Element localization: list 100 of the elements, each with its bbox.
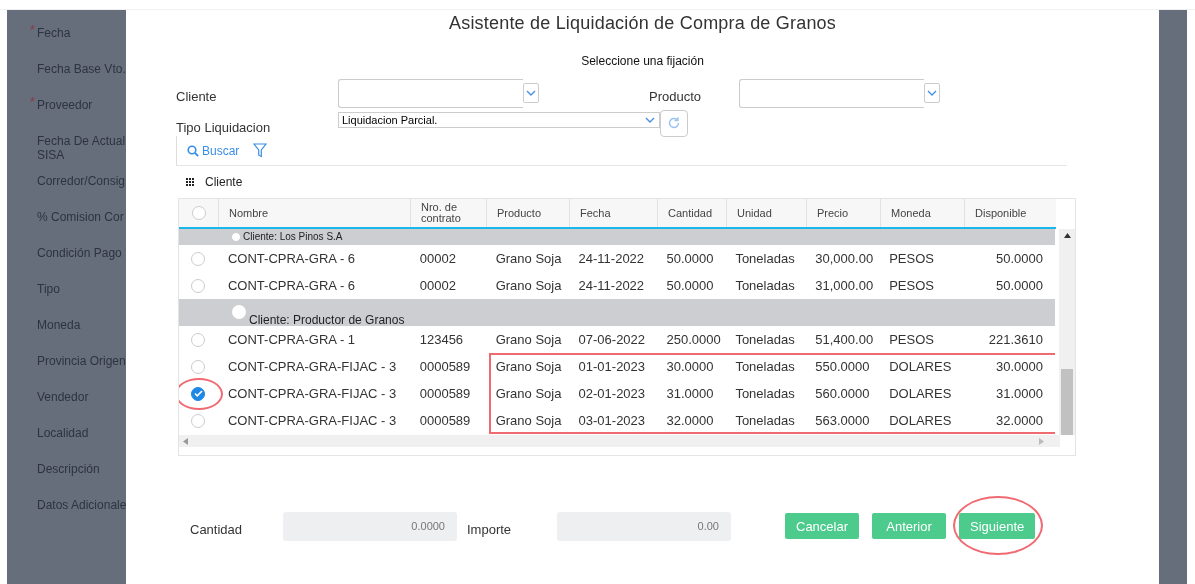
table-cell-text: 123456 xyxy=(418,331,465,349)
scrollbar-thumb[interactable] xyxy=(1061,369,1073,435)
group-by-label: Cliente xyxy=(205,175,243,189)
product-select[interactable] xyxy=(739,78,940,108)
row-radio[interactable] xyxy=(191,413,206,428)
total-field: 0.00 xyxy=(557,511,731,541)
table-row[interactable]: CONT-CPRA-GRA - 6 00002 Grano Soja 24-11-2022 50.0000 Toneladas 30,000.00 PESOS 50.0000 xyxy=(179,245,1055,272)
column-header[interactable]: Moneda xyxy=(880,199,964,227)
column-header[interactable]: Producto xyxy=(486,199,569,227)
form-label: Proveedor xyxy=(37,98,93,112)
table-cell-text: 30.0000 xyxy=(665,358,715,376)
select-all-radio[interactable] xyxy=(191,206,206,220)
column-header[interactable]: Disponible xyxy=(964,199,1056,227)
table-row[interactable]: CONT-CPRA-GRA - 6 00002 Grano Soja 24-11-2022 50.0000 Toneladas 31,000.00 PESOS 50.0000 xyxy=(179,272,1055,299)
group-radio[interactable] xyxy=(231,304,247,320)
table-cell-text: CONT-CPRA-GRA-FIJAC - 3 xyxy=(226,412,398,430)
table-cell-text: 221.3610 xyxy=(987,331,1044,349)
table-cell-text: CONT-CPRA-GRA-FIJAC - 3 xyxy=(226,385,398,403)
table-cell-text: Grano Soja xyxy=(494,277,563,295)
field-label: Producto xyxy=(649,88,703,104)
table-cell-text: 02-01-2023 xyxy=(577,385,647,403)
column-header[interactable]: Fecha xyxy=(569,199,657,227)
horizontal-scrollbar[interactable] xyxy=(179,435,1060,447)
refresh-icon xyxy=(667,116,681,130)
table-cell-text: Grano Soja xyxy=(494,331,563,349)
table-cell-text: 00002 xyxy=(418,277,457,295)
table-cell-text: DOLARES xyxy=(888,412,953,430)
table-cell-text: 563.0000 xyxy=(814,412,871,430)
scroll-right-icon[interactable] xyxy=(1039,437,1044,445)
form-label: Vendedor xyxy=(37,390,89,404)
group-row[interactable]: Cliente: Productor de Granos xyxy=(179,299,1055,326)
table-cell-text: 24-11-2022 xyxy=(577,250,646,268)
table-cell-text: Toneladas xyxy=(734,385,796,403)
dialog-subtitle: Seleccione una fijación xyxy=(580,54,705,68)
table-cell-text: 50.0000 xyxy=(665,250,715,268)
group-label: Cliente: Productor de Granos xyxy=(249,314,405,326)
settlement-type-select[interactable]: Liquidacion Parcial. xyxy=(338,112,660,128)
table-cell-text: 31.0000 xyxy=(665,385,715,403)
table-row[interactable]: CONT-CPRA-GRA - 1 123456 Grano Soja 07-06-2022 250.0000 Toneladas 51,400.00 PESOS 221.3610 xyxy=(179,326,1055,353)
table-cell-text: Grano Soja xyxy=(494,250,563,268)
table-cell-text: 51,400.00 xyxy=(814,331,875,349)
table-cell-text: 01-01-2023 xyxy=(577,358,647,376)
search-button[interactable]: Buscar xyxy=(187,143,240,158)
form-label: Condición Pago xyxy=(37,246,122,260)
row-radio[interactable] xyxy=(191,278,206,293)
table-cell-text: 03-01-2023 xyxy=(577,412,647,430)
row-radio[interactable] xyxy=(191,251,206,266)
table-cell-text: PESOS xyxy=(888,277,935,295)
row-radio[interactable] xyxy=(191,332,206,347)
table-cell-text: 0000589 xyxy=(418,412,472,430)
form-label: Localidad xyxy=(37,426,89,440)
form-label: Fecha Base Vto. xyxy=(37,62,126,76)
vertical-scrollbar[interactable] xyxy=(1059,229,1075,435)
total-label: Importe xyxy=(466,521,513,537)
table-cell-text: 31,000.00 xyxy=(814,277,875,295)
group-radio[interactable] xyxy=(231,232,241,242)
table-cell-text: 50.0000 xyxy=(665,277,715,295)
table-cell-text: 30.0000 xyxy=(995,358,1044,376)
form-label: % Comision Cor xyxy=(37,210,124,224)
form-label: Datos Adicionale xyxy=(37,498,126,512)
required-mark: * xyxy=(30,23,35,37)
table-cell-text: CONT-CPRA-GRA-FIJAC - 3 xyxy=(226,358,398,376)
search-icon xyxy=(187,144,199,157)
form-label: Tipo xyxy=(37,282,60,296)
column-header[interactable]: Cantidad xyxy=(657,199,726,227)
table-cell-text: 560.0000 xyxy=(814,385,871,403)
client-select[interactable] xyxy=(338,78,539,108)
table-cell-text: 31.0000 xyxy=(995,385,1044,403)
table-cell-text: CONT-CPRA-GRA - 6 xyxy=(226,277,357,295)
scroll-left-icon[interactable] xyxy=(183,437,188,445)
table-cell-text: 50.0000 xyxy=(995,250,1044,268)
form-label: Corredor/Consig xyxy=(37,174,126,188)
chevron-down-icon xyxy=(927,90,937,96)
form-label: Fecha xyxy=(37,26,71,40)
table-cell-text: 32.0000 xyxy=(665,412,715,430)
column-header[interactable]: Precio xyxy=(806,199,880,227)
table-cell-text: Grano Soja xyxy=(494,358,563,376)
group-row[interactable]: Cliente: Los Pinos S.A xyxy=(179,229,1055,245)
form-label: Moneda xyxy=(37,318,81,332)
table-cell-text: CONT-CPRA-GRA - 6 xyxy=(226,250,357,268)
scroll-up-icon[interactable] xyxy=(1063,233,1071,238)
refresh-button[interactable] xyxy=(660,109,688,137)
chevron-down-icon xyxy=(526,90,536,96)
field-label: Cliente xyxy=(176,88,218,104)
table-cell-text: PESOS xyxy=(888,331,935,349)
column-header[interactable]: Nombre xyxy=(218,199,410,227)
total-field: 0.0000 xyxy=(283,511,457,541)
row-radio[interactable] xyxy=(191,386,206,401)
table-cell-text: Toneladas xyxy=(734,277,796,295)
chevron-down-icon xyxy=(645,117,655,123)
column-header[interactable]: Nro. de contrato xyxy=(410,199,486,227)
row-radio[interactable] xyxy=(191,359,206,374)
total-label: Cantidad xyxy=(189,521,244,537)
table-cell-text: DOLARES xyxy=(888,385,953,403)
column-header[interactable]: Unidad xyxy=(726,199,806,227)
table-cell-text: Grano Soja xyxy=(494,412,563,430)
filter-icon[interactable] xyxy=(253,143,268,158)
table-cell-text: 30,000.00 xyxy=(814,250,875,268)
table-cell-text: 50.0000 xyxy=(995,277,1044,295)
table-cell-text: CONT-CPRA-GRA - 1 xyxy=(226,331,357,349)
